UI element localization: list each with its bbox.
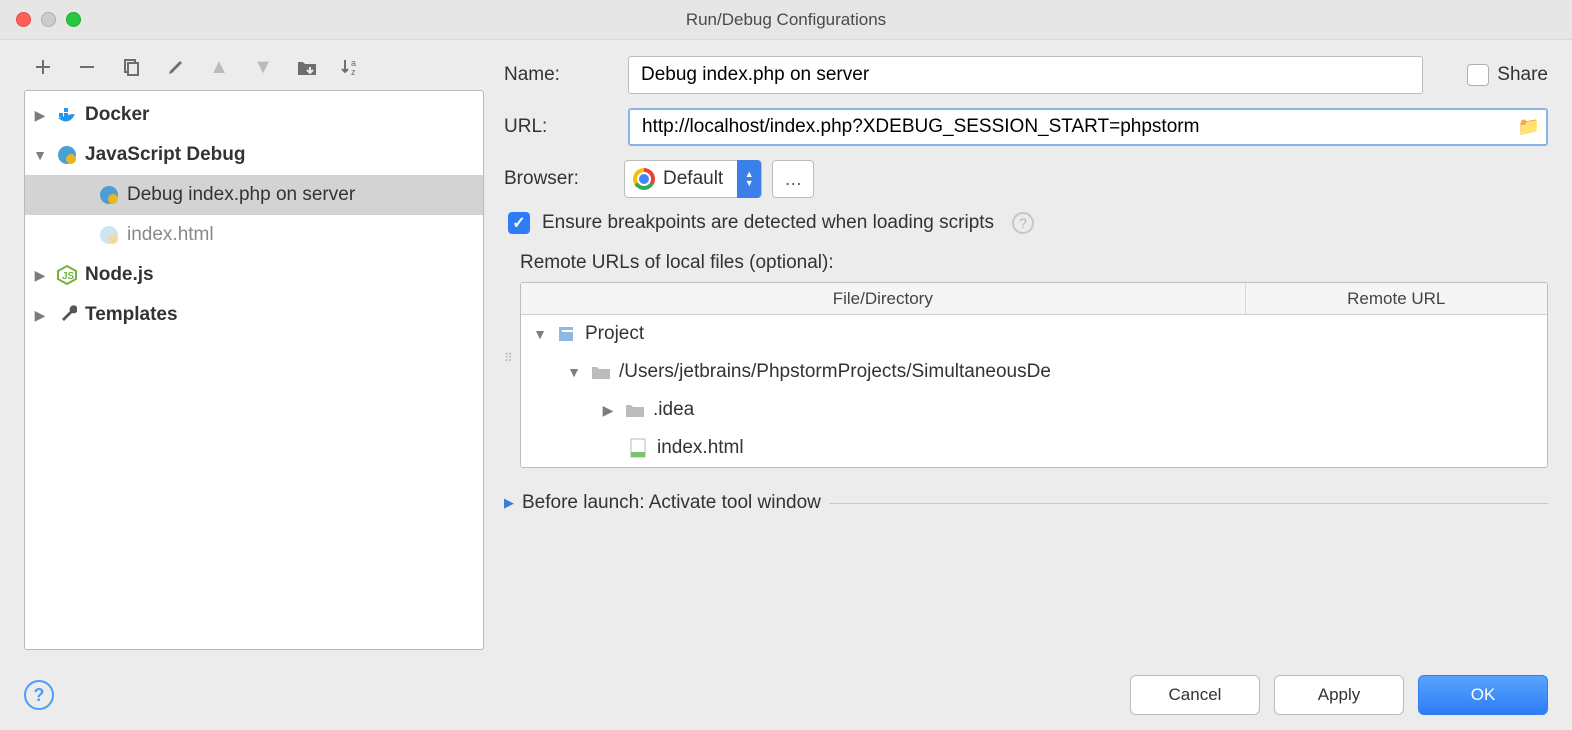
file-tree-label: index.html — [657, 437, 744, 459]
url-input[interactable] — [628, 108, 1548, 146]
browser-selected: Default — [663, 168, 729, 190]
remote-urls-label: Remote URLs of local files (optional): — [520, 248, 1548, 274]
ok-button[interactable]: OK — [1418, 675, 1548, 715]
apply-button[interactable]: Apply — [1274, 675, 1404, 715]
col-file-directory[interactable]: File/Directory — [521, 283, 1246, 314]
breakpoints-checkbox[interactable]: ✓ — [508, 212, 530, 234]
file-tree-row[interactable]: ▶ .idea — [521, 391, 1547, 429]
js-debug-icon — [97, 223, 121, 247]
disclosure-icon[interactable]: ▶ — [31, 107, 49, 124]
move-down-icon[interactable]: ▼ — [250, 54, 276, 80]
tree-node-javascript-debug[interactable]: ▼ JavaScript Debug — [25, 135, 483, 175]
file-tree-row[interactable]: ▼ Project — [521, 315, 1547, 353]
svg-text:JS: JS — [62, 271, 75, 282]
tree-label: Node.js — [85, 264, 154, 286]
tree-label: Docker — [85, 104, 149, 126]
tree-node-index-html[interactable]: index.html — [25, 215, 483, 255]
url-label: URL: — [504, 116, 614, 138]
share-checkbox[interactable] — [1467, 64, 1489, 86]
remove-icon[interactable] — [74, 54, 100, 80]
section-divider — [829, 503, 1548, 504]
wrench-icon — [55, 303, 79, 327]
sidebar-toolbar: ▲ ▼ az — [24, 50, 484, 90]
help-button[interactable]: ? — [24, 680, 54, 710]
docker-icon — [55, 103, 79, 127]
browser-ellipsis-button[interactable]: … — [772, 160, 814, 198]
file-tree-label: Project — [585, 323, 644, 345]
settings-icon[interactable] — [162, 54, 188, 80]
configuration-editor: Name: Share URL: 📁 Browser: Default — [504, 50, 1548, 650]
nodejs-icon: JS — [55, 263, 79, 287]
disclosure-icon[interactable]: ▼ — [565, 364, 583, 380]
tree-label: Templates — [85, 304, 178, 326]
breakpoints-label: Ensure breakpoints are detected when loa… — [542, 212, 994, 234]
js-debug-icon — [97, 183, 121, 207]
name-input[interactable] — [628, 56, 1423, 94]
disclosure-icon[interactable]: ▶ — [599, 402, 617, 419]
table-body[interactable]: ▼ Project ▼ /Users/jetbrains/PhpstormPro… — [521, 315, 1547, 467]
file-tree-row[interactable]: ▼ /Users/jetbrains/PhpstormProjects/Simu… — [521, 353, 1547, 391]
name-label: Name: — [504, 64, 614, 86]
save-config-icon[interactable] — [294, 54, 320, 80]
share-label: Share — [1497, 64, 1548, 86]
svg-text:z: z — [351, 67, 356, 77]
tree-node-debug-index-php[interactable]: Debug index.php on server — [25, 175, 483, 215]
sort-icon[interactable]: az — [338, 54, 364, 80]
remote-urls-table: File/Directory Remote URL ▼ Project ▼ — [520, 282, 1548, 468]
cancel-button[interactable]: Cancel — [1130, 675, 1260, 715]
html-file-icon — [627, 436, 651, 460]
file-tree-row[interactable]: index.html — [521, 429, 1547, 467]
folder-icon — [623, 398, 647, 422]
file-tree-label: .idea — [653, 399, 694, 421]
move-up-icon[interactable]: ▲ — [206, 54, 232, 80]
before-launch-section[interactable]: ▶ Before launch: Activate tool window — [504, 492, 1548, 514]
tree-node-templates[interactable]: ▶ Templates — [25, 295, 483, 335]
chrome-icon — [633, 168, 655, 190]
help-hint-icon[interactable]: ? — [1012, 212, 1034, 234]
browser-label: Browser: — [504, 168, 614, 190]
disclosure-icon[interactable]: ▶ — [31, 307, 49, 324]
run-debug-configurations-dialog: Run/Debug Configurations ▲ ▼ az ▶ Docker — [0, 0, 1572, 730]
titlebar: Run/Debug Configurations — [0, 0, 1572, 40]
copy-icon[interactable] — [118, 54, 144, 80]
file-tree-label: /Users/jetbrains/PhpstormProjects/Simult… — [619, 361, 1051, 383]
browse-folder-icon[interactable]: 📁 — [1518, 117, 1540, 138]
disclosure-icon[interactable]: ▶ — [31, 267, 49, 284]
tree-node-docker[interactable]: ▶ Docker — [25, 95, 483, 135]
configurations-tree[interactable]: ▶ Docker ▼ JavaScript Debug Debug index.… — [24, 90, 484, 650]
tree-node-nodejs[interactable]: ▶ JS Node.js — [25, 255, 483, 295]
disclosure-icon[interactable]: ▼ — [531, 326, 549, 342]
select-arrows-icon: ▲▼ — [737, 160, 761, 198]
project-icon — [555, 322, 579, 346]
drag-handle-icon[interactable]: ⠿ — [504, 248, 514, 468]
before-launch-label: Before launch: Activate tool window — [522, 492, 821, 514]
tree-label: JavaScript Debug — [85, 144, 246, 166]
add-icon[interactable] — [30, 54, 56, 80]
col-remote-url[interactable]: Remote URL — [1246, 283, 1547, 314]
disclosure-icon[interactable]: ▼ — [31, 147, 49, 163]
browser-select[interactable]: Default ▲▼ — [624, 160, 762, 198]
folder-icon — [589, 360, 613, 384]
js-debug-icon — [55, 143, 79, 167]
window-title: Run/Debug Configurations — [0, 10, 1572, 30]
chevron-right-icon: ▶ — [504, 495, 514, 511]
table-header: File/Directory Remote URL — [521, 283, 1547, 315]
dialog-footer: ? Cancel Apply OK — [0, 660, 1572, 730]
tree-label: index.html — [127, 224, 214, 246]
tree-label: Debug index.php on server — [127, 184, 355, 206]
configurations-sidebar: ▲ ▼ az ▶ Docker ▼ JavaScript Debug — [24, 50, 484, 650]
